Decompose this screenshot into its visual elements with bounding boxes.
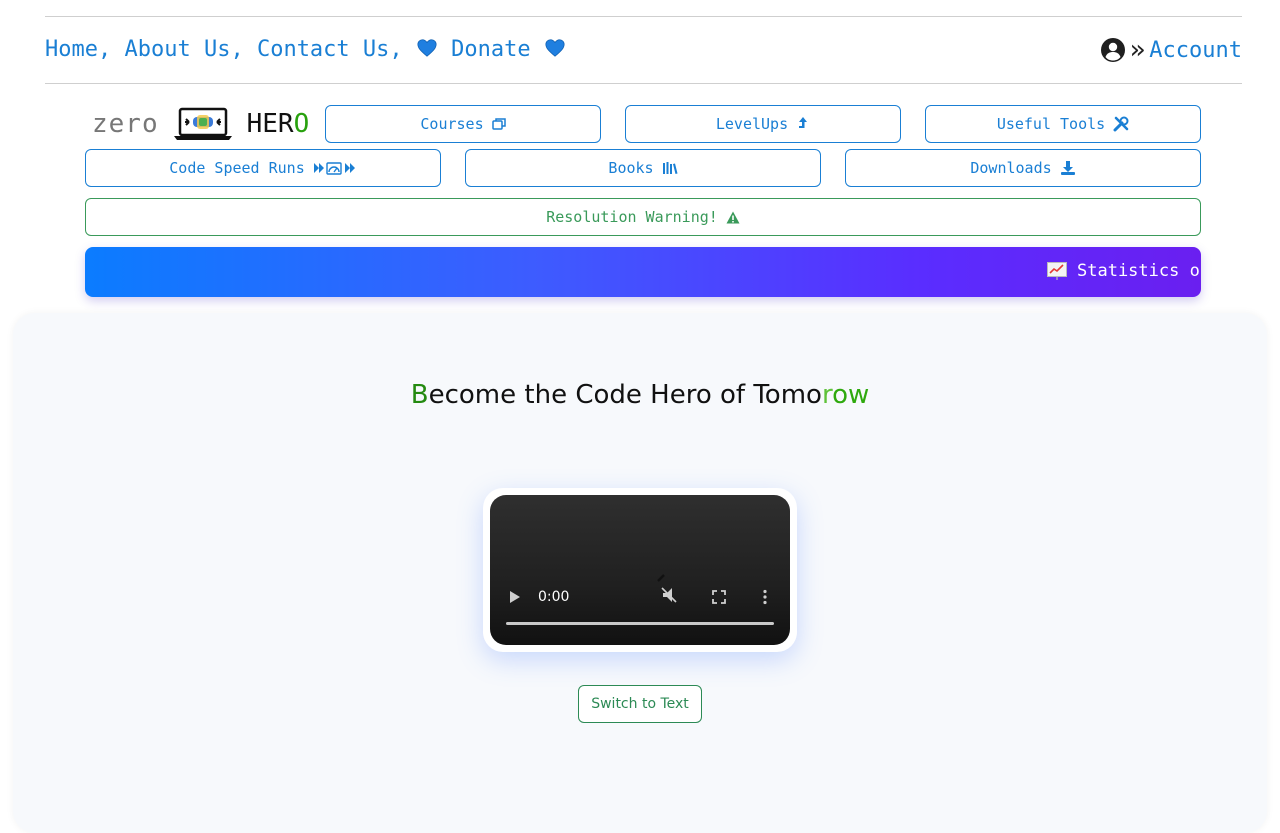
raquo-glyph: »	[1129, 35, 1146, 65]
logo-hero-last: O	[293, 109, 310, 139]
top-nav-links: Home, About Us, Contact Us, Donate	[45, 37, 566, 62]
account-link[interactable]: » Account	[1100, 37, 1242, 63]
code-speed-runs-button[interactable]: Code Speed Runs	[85, 149, 441, 187]
headline-r: r	[821, 380, 833, 410]
volume-muted-icon[interactable]	[650, 573, 680, 607]
window-icon	[491, 118, 506, 130]
books-icon	[662, 162, 678, 174]
levelups-label: LevelUps	[715, 115, 789, 133]
donate-label: Donate	[451, 37, 531, 62]
account-label: Account	[1149, 37, 1242, 63]
logo-hero-main: HER	[246, 109, 294, 139]
logo-hero: HERO	[247, 109, 310, 139]
blue-heart-icon	[545, 39, 565, 57]
headline-middle: ecome the Code Hero of Tomo	[428, 380, 822, 410]
nav-about-link[interactable]: About Us,	[124, 37, 243, 62]
logo-zero: zero	[92, 109, 159, 139]
nav-contact-link[interactable]: Contact Us,	[257, 37, 403, 62]
useful-tools-button[interactable]: Useful Tools	[925, 105, 1201, 143]
courses-button[interactable]: Courses	[325, 105, 601, 143]
user-circle-icon	[1100, 38, 1125, 62]
video-container: 0:00	[483, 488, 797, 652]
switch-to-text-button[interactable]: Switch to Text	[578, 685, 702, 723]
books-label: Books	[608, 159, 654, 177]
headline-initial: B	[410, 380, 429, 410]
tools-icon	[1113, 116, 1129, 132]
ticker-text: Statistics on	[1077, 261, 1201, 281]
video-player[interactable]: 0:00	[490, 495, 790, 645]
chart-icon	[1047, 262, 1067, 280]
blue-heart-icon	[417, 39, 437, 57]
site-logo[interactable]: zero HERO	[92, 104, 309, 144]
courses-label: Courses	[420, 115, 484, 133]
resolution-warning-label: Resolution Warning!	[546, 208, 718, 226]
downloads-button[interactable]: Downloads	[845, 149, 1201, 187]
statistics-ticker[interactable]: Statistics on	[85, 247, 1201, 297]
nav-home-link[interactable]: Home,	[45, 37, 111, 62]
resolution-warning-button[interactable]: Resolution Warning!	[85, 198, 1201, 236]
levelups-button[interactable]: LevelUps	[625, 105, 901, 143]
warning-icon	[726, 211, 740, 223]
more-options-icon[interactable]	[762, 589, 768, 605]
top-nav: Home, About Us, Contact Us, Donate » Acc…	[45, 16, 1242, 84]
fast-forward-icon	[313, 162, 355, 175]
arrow-up-icon	[799, 117, 808, 128]
laptop-logo-icon	[173, 107, 232, 140]
video-time: 0:00	[538, 589, 570, 605]
video-progress-bar[interactable]	[506, 622, 774, 625]
play-icon[interactable]	[508, 589, 522, 605]
ticker-message: Statistics on	[1047, 261, 1201, 281]
download-icon	[1060, 161, 1075, 175]
downloads-label: Downloads	[970, 159, 1052, 177]
code-speed-runs-label: Code Speed Runs	[169, 159, 305, 177]
useful-tools-label: Useful Tools	[996, 115, 1106, 133]
fullscreen-icon[interactable]	[712, 590, 726, 604]
headline-ending: ow	[832, 380, 870, 410]
nav-donate-link[interactable]: Donate	[416, 37, 566, 62]
hero-headline: Become the Code Hero of Tomorow	[0, 380, 1280, 410]
books-button[interactable]: Books	[465, 149, 821, 187]
